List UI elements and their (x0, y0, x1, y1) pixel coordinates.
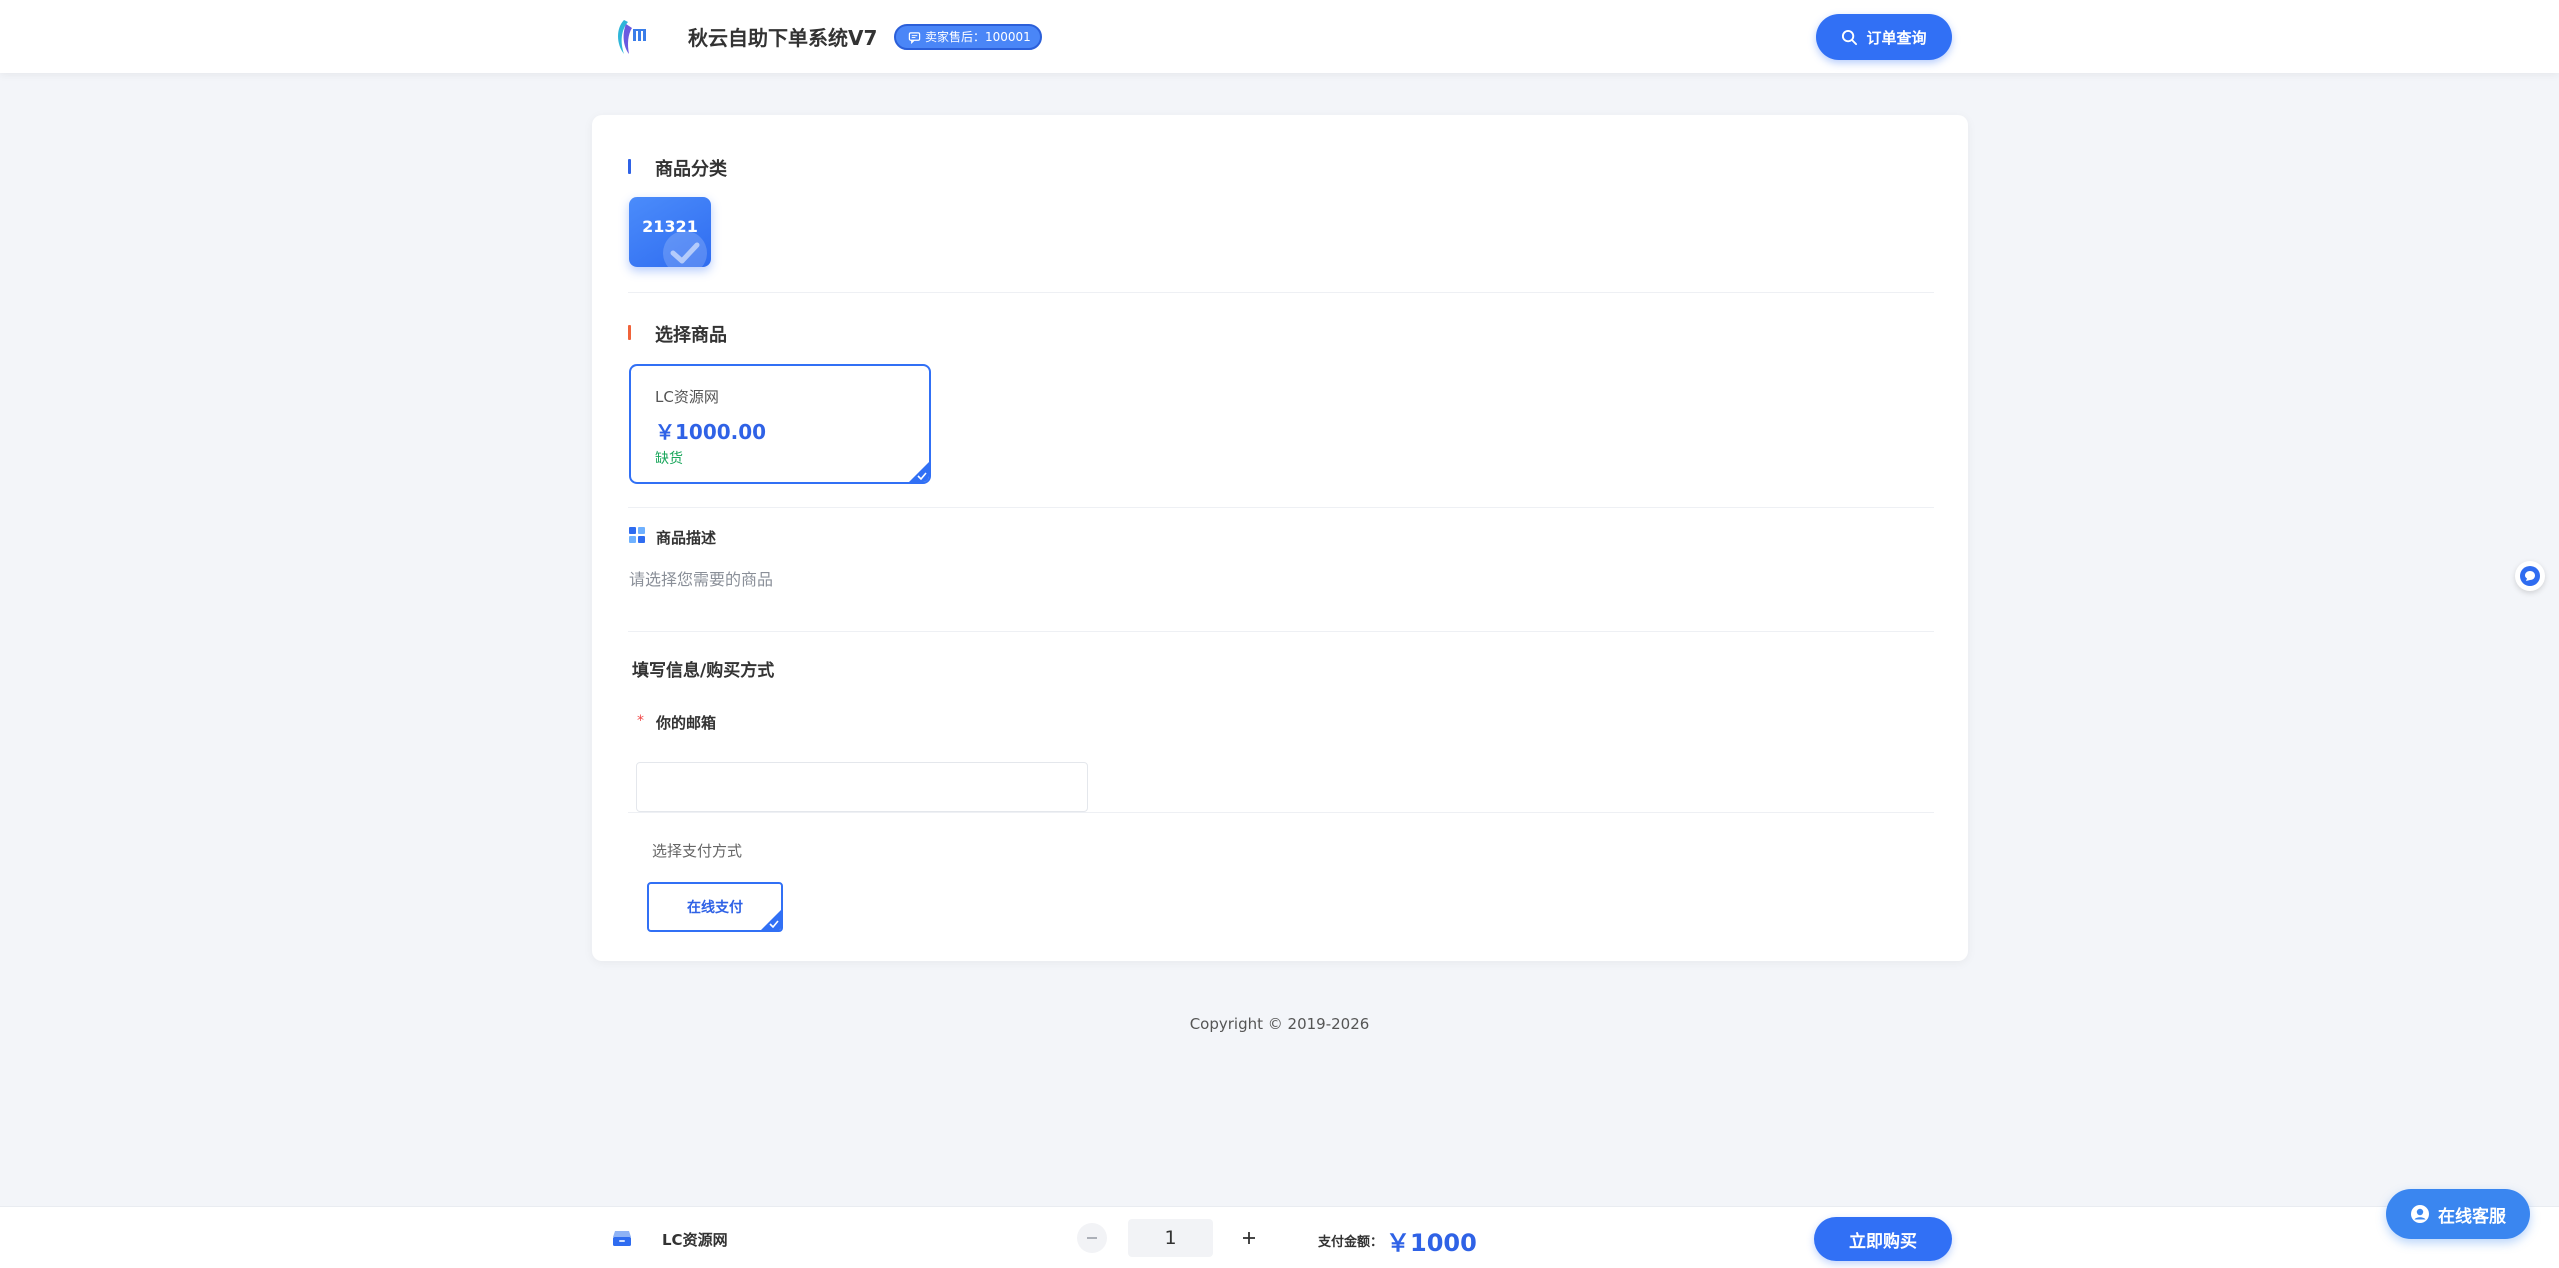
online-service-button[interactable]: 在线客服 (2386, 1189, 2530, 1239)
bottom-product-name: LC资源网 (662, 1231, 728, 1249)
site-title: 秋云自助下单系统V7 (688, 26, 878, 50)
form-title: 填写信息/购买方式 (632, 661, 775, 681)
pay-amount-label: 支付金额： (1318, 1235, 1384, 1250)
section-divider (628, 507, 1934, 508)
email-label: 你的邮箱 (656, 714, 717, 732)
product-stock-status: 缺货 (655, 451, 683, 467)
check-icon (663, 231, 707, 267)
check-icon (917, 472, 927, 480)
order-query-button[interactable]: 订单查询 (1816, 14, 1952, 60)
pay-amount-value: ￥1000 (1386, 1229, 1477, 1257)
search-icon (1842, 29, 1858, 45)
category-chip[interactable]: 21321 (629, 197, 711, 267)
quantity-input[interactable] (1128, 1219, 1213, 1257)
description-title: 商品描述 (656, 529, 717, 547)
required-mark: * (637, 713, 644, 729)
payment-method-title: 选择支付方式 (652, 842, 743, 860)
payment-option-label: 在线支付 (687, 900, 743, 916)
product-card[interactable]: LC资源网 ￥1000.00 缺货 (629, 364, 931, 484)
plus-icon (1243, 1232, 1255, 1244)
section-divider (628, 812, 1934, 813)
description-text: 请选择您需要的商品 (629, 570, 774, 589)
order-query-label: 订单查询 (1866, 28, 1927, 47)
category-section-bar (628, 159, 631, 174)
seller-support-badge[interactable]: 卖家售后：100001 (894, 24, 1042, 50)
section-divider (628, 631, 1934, 632)
chat-bubble-icon (908, 31, 921, 44)
buy-now-button[interactable]: 立即购买 (1814, 1217, 1952, 1261)
email-input[interactable] (636, 762, 1088, 812)
headset-icon (2411, 1205, 2429, 1223)
product-name: LC资源网 (655, 388, 719, 406)
logo-icon[interactable] (610, 16, 650, 58)
quantity-decrease-button[interactable] (1077, 1223, 1107, 1253)
minus-icon (1087, 1237, 1097, 1239)
box-icon (613, 1231, 631, 1246)
quantity-increase-button[interactable] (1234, 1223, 1264, 1253)
section-divider (628, 292, 1934, 293)
order-card: 商品分类 21321 选择商品 LC资源网 ￥1000.00 缺货 商品描述 请… (592, 115, 1968, 961)
product-section-title: 选择商品 (655, 325, 727, 346)
payment-option-online[interactable]: 在线支付 (647, 882, 783, 932)
category-section-title: 商品分类 (655, 159, 727, 180)
chat-float-icon[interactable] (2515, 561, 2545, 591)
top-header: 秋云自助下单系统V7 卖家售后：100001 订单查询 (0, 0, 2559, 73)
check-icon (769, 920, 779, 928)
product-price: ￥1000.00 (655, 420, 767, 444)
seller-badge-label: 卖家售后：100001 (925, 30, 1031, 44)
bottom-purchase-bar: LC资源网 支付金额： ￥1000 立即购买 (0, 1206, 2559, 1268)
online-service-label: 在线客服 (2438, 1206, 2506, 1227)
copyright-text: Copyright © 2019-2026 (1189, 1015, 1370, 1033)
grid-icon (629, 527, 645, 543)
product-section-bar (628, 325, 631, 340)
